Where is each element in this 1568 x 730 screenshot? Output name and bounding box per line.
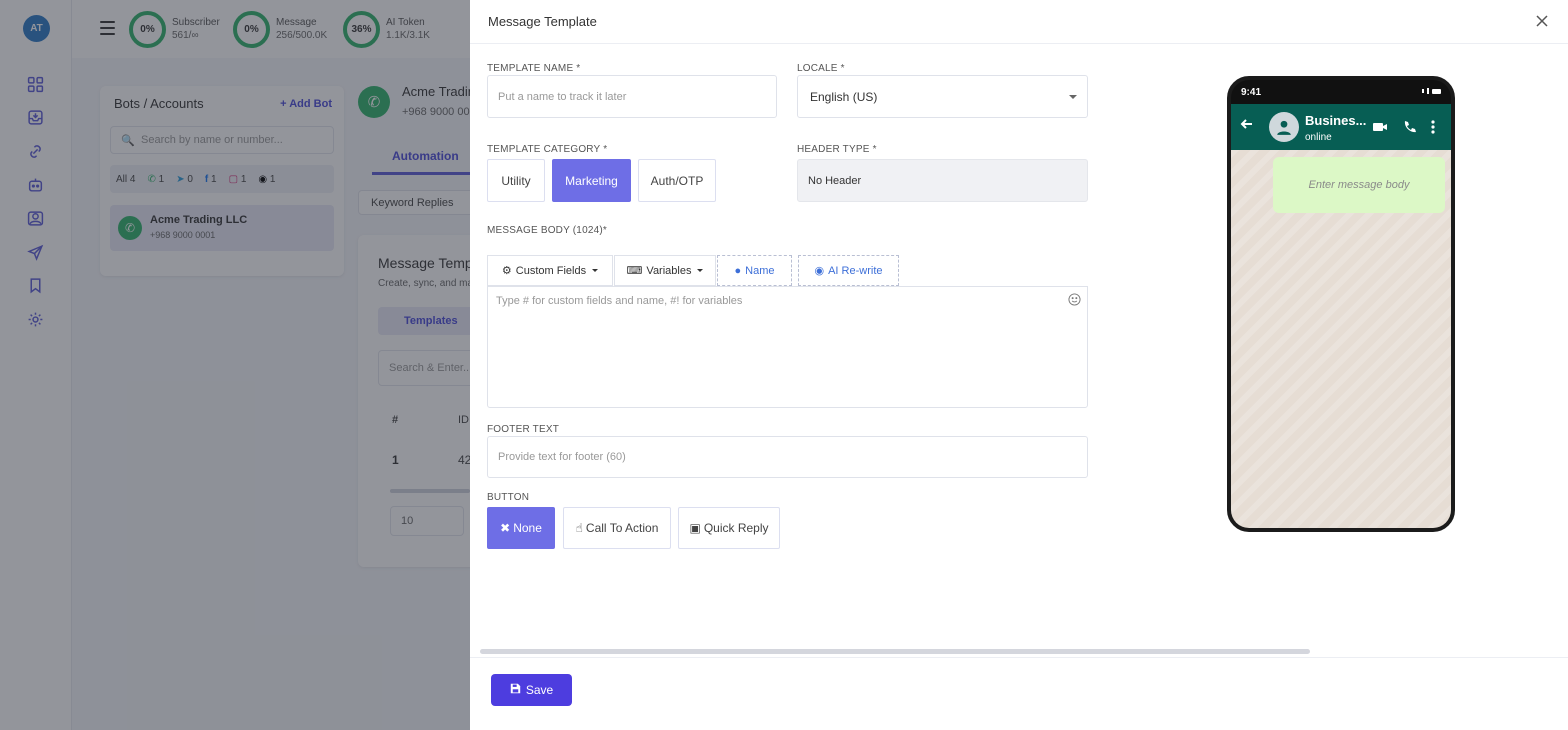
ai-rewrite-label: AI Re-write [828, 264, 883, 277]
save-label: Save [525, 683, 554, 697]
message-body-label: MESSAGE BODY (1024)* [487, 225, 607, 236]
save-button[interactable]: Save [491, 674, 572, 706]
arrow-left-icon[interactable] [1240, 117, 1254, 131]
gear-icon: ⚙ [501, 265, 512, 277]
locale-select[interactable]: English (US) [797, 75, 1088, 118]
button-none-option[interactable]: ✖ None [487, 507, 555, 549]
message-template-modal: Message Template TEMPLATE NAME * Put a n… [470, 0, 1568, 730]
message-body-placeholder: Type # for custom fields and name, #! fo… [496, 295, 743, 307]
category-label: TEMPLATE CATEGORY * [487, 144, 608, 155]
message-body-textarea[interactable]: Type # for custom fields and name, #! fo… [487, 286, 1088, 408]
phone-icon[interactable] [1402, 119, 1418, 135]
ai-rewrite-button[interactable]: ◉ AI Re-write [798, 255, 899, 286]
modal-header: Message Template [470, 0, 1568, 44]
button-label: BUTTON [487, 492, 530, 503]
template-name-input[interactable]: Put a name to track it later [487, 75, 777, 118]
close-circle-icon: ✖ [500, 521, 511, 535]
chevron-down-icon [1069, 95, 1077, 99]
comment-icon: ▣ [689, 521, 701, 535]
variables-label: Variables [646, 264, 692, 277]
category-utility-button[interactable]: Utility [487, 159, 545, 202]
modal-title: Message Template [488, 14, 597, 29]
custom-fields-label: Custom Fields [515, 264, 587, 277]
header-type-select[interactable]: No Header [797, 159, 1088, 202]
phone-status-bar: 9:41 [1231, 80, 1451, 104]
modal-footer: Save [470, 657, 1568, 730]
pointer-icon: ☝ [575, 521, 583, 535]
emoji-icon[interactable] [1068, 293, 1081, 306]
none-label: None [513, 521, 542, 535]
template-name-label: TEMPLATE NAME * [487, 63, 581, 74]
save-icon [510, 683, 521, 697]
call-to-action-label: Call To Action [585, 521, 659, 535]
name-label: Name [745, 264, 775, 277]
category-marketing-button[interactable]: Marketing [552, 159, 631, 202]
footer-input[interactable]: Provide text for footer (60) [487, 436, 1088, 478]
phone-preview: 9:41 Busines... online Enter message bod… [1227, 76, 1455, 532]
chevron-down-icon [592, 269, 599, 272]
quick-reply-label: Quick Reply [703, 521, 769, 535]
message-bubble: Enter message body [1273, 157, 1445, 213]
footer-label: FOOTER TEXT [487, 424, 560, 435]
user-circle-icon: ● [734, 264, 742, 277]
button-quick-reply-option[interactable]: ▣ Quick Reply [678, 507, 780, 549]
variables-dropdown[interactable]: ⌨ Variables [614, 255, 716, 286]
phone-time: 9:41 [1241, 87, 1262, 98]
category-auth-otp-button[interactable]: Auth/OTP [638, 159, 716, 202]
more-vertical-icon[interactable] [1430, 119, 1438, 135]
contact-status: online [1305, 132, 1332, 143]
chat-area: Enter message body [1231, 150, 1451, 528]
contact-avatar [1269, 112, 1299, 142]
keyboard-icon: ⌨ [626, 265, 643, 277]
header-type-label: HEADER TYPE * [797, 144, 877, 155]
custom-fields-dropdown[interactable]: ⚙ Custom Fields [487, 255, 613, 286]
button-call-to-action-option[interactable]: ☝ Call To Action [563, 507, 671, 549]
contact-name: Busines... [1305, 113, 1367, 128]
modal-backdrop[interactable] [0, 0, 470, 730]
horizontal-scrollbar[interactable] [480, 649, 1310, 654]
chevron-down-icon [697, 269, 704, 272]
close-icon[interactable] [1534, 13, 1550, 29]
locale-value: English (US) [810, 89, 878, 104]
video-call-icon[interactable] [1372, 119, 1388, 135]
chat-header: Busines... online [1231, 104, 1451, 150]
locale-label: LOCALE * [797, 63, 845, 74]
insert-name-button[interactable]: ● Name [717, 255, 792, 286]
signal-icon [1422, 88, 1441, 94]
robot-icon: ◉ [814, 265, 825, 277]
